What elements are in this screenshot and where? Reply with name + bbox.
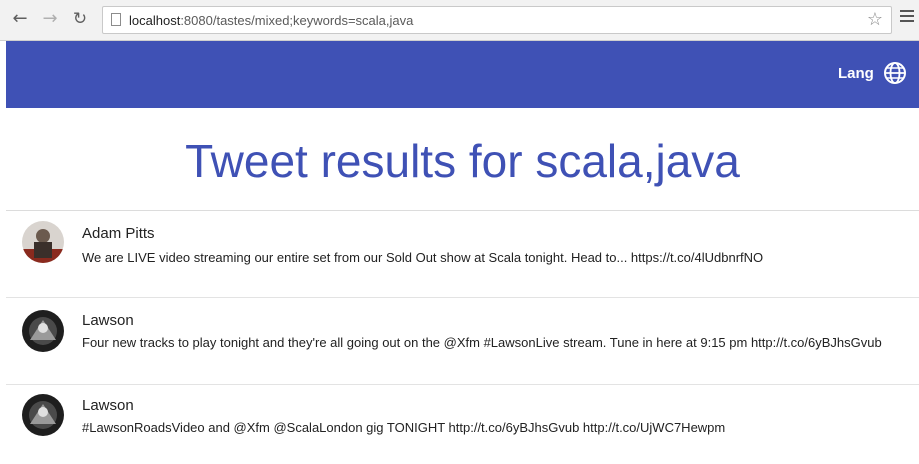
url-path: :8080/tastes/mixed;keywords=scala,java: [180, 13, 414, 28]
avatar: [22, 310, 64, 352]
page-title: Tweet results for scala,java: [185, 135, 740, 187]
url-host: localhost: [129, 13, 181, 28]
avatar: [22, 221, 64, 263]
browser-toolbar: ← → ↻ localhost:8080/tastes/mixed;keywor…: [0, 0, 919, 41]
star-icon[interactable]: ☆: [867, 9, 883, 30]
tweet-item[interactable]: Adam Pitts We are LIVE video streaming o…: [6, 211, 919, 298]
tweet-author: Lawson: [82, 312, 134, 329]
globe-icon[interactable]: [883, 61, 907, 85]
tweet-item[interactable]: Lawson Four new tracks to play tonight a…: [6, 298, 919, 385]
url-text[interactable]: localhost:8080/tastes/mixed;keywords=sca…: [129, 13, 413, 28]
tweet-author: Lawson: [82, 397, 134, 414]
lang-button[interactable]: Lang: [838, 65, 874, 82]
avatar: [22, 394, 64, 436]
tweet-text: Four new tracks to play tonight and they…: [82, 335, 882, 350]
reload-icon[interactable]: ↻: [70, 9, 90, 29]
address-bar[interactable]: localhost:8080/tastes/mixed;keywords=sca…: [102, 6, 892, 34]
tweet-text: We are LIVE video streaming our entire s…: [82, 250, 764, 265]
app-header: Lang: [6, 41, 919, 108]
tweet-author: Adam Pitts: [82, 225, 155, 242]
tweet-item[interactable]: Lawson #LawsonRoadsVideo and @Xfm @Scala…: [6, 385, 919, 464]
back-arrow-icon[interactable]: ←: [10, 9, 30, 29]
tweet-text: #LawsonRoadsVideo and @Xfm @ScalaLondon …: [82, 420, 726, 435]
menu-icon[interactable]: [900, 10, 914, 24]
page-icon: [111, 13, 121, 26]
forward-arrow-icon[interactable]: →: [40, 9, 60, 29]
